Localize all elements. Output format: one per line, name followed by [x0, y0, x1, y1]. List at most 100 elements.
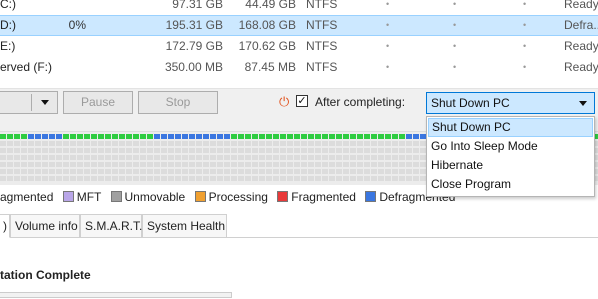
cluster-block — [119, 155, 125, 160]
cluster-block — [196, 176, 202, 181]
cluster-block — [112, 134, 118, 139]
cluster-block — [266, 148, 272, 153]
tab-smart[interactable]: S.M.A.R.T. — [80, 214, 142, 238]
option-sleep-mode[interactable]: Go Into Sleep Mode — [428, 137, 593, 156]
disk-row[interactable]: E:) 172.79 GB 170.62 GB NTFS • • • Ready — [0, 36, 598, 57]
cluster-block — [245, 176, 251, 181]
cluster-block — [196, 169, 202, 174]
disk-free-space: 87.45 MB — [244, 60, 296, 74]
cluster-block — [196, 141, 202, 146]
cluster-block — [343, 134, 349, 139]
option-shut-down-pc[interactable]: Shut Down PC — [428, 118, 593, 137]
cluster-block — [413, 169, 419, 174]
cluster-block — [105, 162, 111, 167]
cluster-block — [119, 169, 125, 174]
cluster-block — [77, 162, 83, 167]
cluster-block — [217, 162, 223, 167]
cluster-block — [399, 169, 405, 174]
map-legend: agmented MFT Unmovable Processing Fragme… — [0, 188, 455, 206]
tab-active[interactable]: ) — [0, 214, 10, 238]
after-completing-value: Shut Down PC — [431, 96, 510, 110]
tab-system-health[interactable]: System Health — [142, 214, 227, 238]
cluster-block — [28, 134, 34, 139]
cluster-block — [378, 141, 384, 146]
cluster-block — [231, 162, 237, 167]
disk-indicator: • — [386, 41, 390, 51]
cluster-block — [385, 155, 391, 160]
cluster-block — [245, 155, 251, 160]
cluster-block — [154, 134, 160, 139]
cluster-block — [182, 176, 188, 181]
cluster-block — [182, 169, 188, 174]
cluster-block — [0, 162, 6, 167]
option-hibernate[interactable]: Hibernate — [428, 156, 593, 175]
cluster-block — [98, 141, 104, 146]
chevron-down-icon[interactable] — [41, 100, 49, 105]
cluster-block — [91, 169, 97, 174]
cluster-block — [266, 141, 272, 146]
cluster-block — [266, 162, 272, 167]
cluster-block — [161, 162, 167, 167]
cluster-block — [21, 148, 27, 153]
cluster-block — [357, 148, 363, 153]
disk-row[interactable]: erved (F:) 350.00 MB 87.45 MB NTFS • • •… — [0, 57, 598, 78]
cluster-block — [245, 148, 251, 153]
cluster-block — [315, 141, 321, 146]
cluster-block — [343, 176, 349, 181]
cluster-block — [287, 162, 293, 167]
disk-indicator: • — [523, 62, 527, 72]
cluster-block — [28, 169, 34, 174]
cluster-block — [63, 134, 69, 139]
after-completing-label: After completing: — [315, 95, 406, 109]
cluster-block — [28, 148, 34, 153]
cluster-block — [378, 162, 384, 167]
cluster-block — [259, 155, 265, 160]
after-completing-checkbox[interactable]: ✓ — [296, 95, 308, 107]
cluster-block — [287, 148, 293, 153]
cluster-block — [273, 155, 279, 160]
cluster-block — [210, 141, 216, 146]
cluster-block — [126, 155, 132, 160]
cluster-block — [301, 148, 307, 153]
stop-button[interactable]: Stop — [138, 91, 218, 114]
legend-swatch — [365, 191, 377, 202]
pause-button[interactable]: Pause — [63, 91, 133, 114]
cluster-block — [126, 162, 132, 167]
cluster-block — [357, 141, 363, 146]
cluster-block — [14, 134, 20, 139]
cluster-block — [196, 148, 202, 153]
cluster-block — [392, 176, 398, 181]
cluster-block — [413, 162, 419, 167]
cluster-block — [357, 134, 363, 139]
cluster-block — [210, 162, 216, 167]
disk-row-selected[interactable]: D:) 0% 195.31 GB 168.08 GB NTFS • • • De… — [0, 15, 598, 36]
cluster-block — [42, 162, 48, 167]
cluster-block — [364, 169, 370, 174]
cluster-block — [161, 148, 167, 153]
cluster-block — [252, 148, 258, 153]
cluster-block — [98, 169, 104, 174]
chevron-down-icon[interactable] — [579, 101, 587, 106]
defrag-split-button[interactable] — [0, 91, 58, 114]
cluster-block — [315, 134, 321, 139]
cluster-block — [406, 176, 412, 181]
disk-row[interactable]: C:) 97.31 GB 44.49 GB NTFS • • • Ready — [0, 0, 598, 15]
cluster-block — [105, 134, 111, 139]
disk-status: Ready — [564, 60, 598, 74]
cluster-block — [56, 134, 62, 139]
cluster-block — [413, 141, 419, 146]
option-close-program[interactable]: Close Program — [428, 175, 593, 194]
tab-volume-info[interactable]: Volume info — [10, 214, 80, 238]
cluster-block — [329, 169, 335, 174]
cluster-block — [371, 162, 377, 167]
cluster-block — [70, 148, 76, 153]
after-completing-select[interactable]: Shut Down PC — [426, 92, 595, 114]
disk-indicator: • — [453, 0, 457, 9]
cluster-block — [224, 176, 230, 181]
cluster-block — [392, 134, 398, 139]
cluster-block — [371, 155, 377, 160]
cluster-block — [7, 148, 13, 153]
cluster-block — [147, 162, 153, 167]
cluster-block — [308, 148, 314, 153]
cluster-block — [315, 176, 321, 181]
